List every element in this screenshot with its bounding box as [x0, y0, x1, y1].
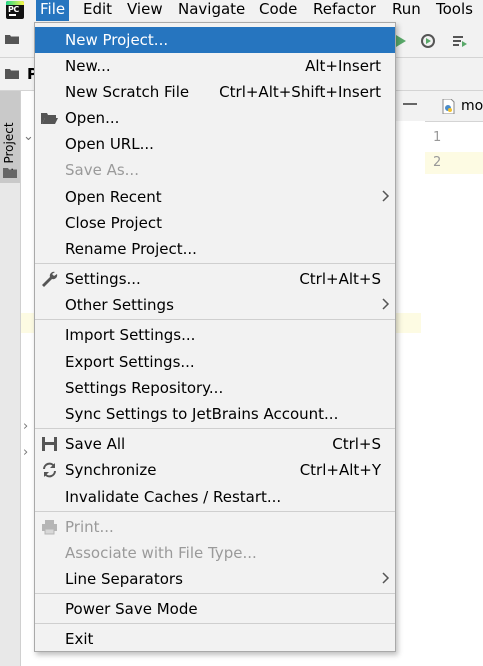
menu-item-associate-file-type: Associate with File Type... [65, 544, 257, 562]
chevron-right-icon [382, 572, 390, 584]
menu-item-open[interactable]: Open... [35, 105, 395, 131]
folder-open-icon [41, 113, 58, 124]
menu-separator [35, 428, 395, 429]
printer-icon [42, 520, 57, 535]
logo-text: PC [8, 5, 19, 14]
menu-navigate[interactable]: Navigate [174, 0, 249, 21]
menu-separator [35, 593, 395, 594]
python-file-icon [442, 99, 455, 114]
profile-icon[interactable] [451, 33, 469, 49]
sync-icon [43, 462, 56, 478]
menu-item-save-as: Save As... [65, 161, 139, 179]
chevron-right-icon [382, 190, 390, 202]
file-menu-dropdown: New Project... New... Alt+Insert New Scr… [34, 22, 396, 652]
panel-header [395, 91, 425, 121]
menu-item-sync-settings[interactable]: Sync Settings to JetBrains Account... [35, 401, 395, 427]
menu-item-close-project[interactable]: Close Project [35, 210, 395, 236]
shortcut-label: Ctrl+Alt+Shift+Insert [219, 83, 381, 101]
editor-gutter: 1 2 [425, 122, 483, 666]
chevron-right-icon[interactable]: › [23, 445, 28, 460]
menu-item-new-project[interactable]: New Project... [35, 27, 395, 53]
menu-edit[interactable]: Edit [79, 0, 116, 21]
menu-item-settings[interactable]: Settings... Ctrl+Alt+S [35, 266, 395, 292]
menu-item-open-url[interactable]: Open URL... [35, 131, 395, 157]
chevron-right-icon [382, 298, 390, 310]
menu-view[interactable]: View [123, 0, 167, 21]
line-number: 1 [433, 130, 442, 145]
menu-item-line-separators[interactable]: Line Separators [35, 566, 395, 592]
chevron-down-icon[interactable]: ⌄ [23, 129, 34, 144]
shortcut-label: Alt+Insert [305, 57, 381, 75]
menu-item-rename-project[interactable]: Rename Project... [35, 236, 395, 262]
menu-item-new-scratch-file[interactable]: New Scratch File Ctrl+Alt+Shift+Insert [35, 79, 395, 105]
menu-item-new[interactable]: New... Alt+Insert [35, 53, 395, 79]
folder-icon[interactable] [5, 34, 19, 44]
menu-run[interactable]: Run [388, 0, 425, 21]
chevron-right-icon[interactable]: › [23, 419, 28, 434]
menu-file[interactable]: File [36, 0, 70, 21]
menu-item-invalidate-caches[interactable]: Invalidate Caches / Restart... [35, 484, 395, 510]
pycharm-logo-icon[interactable]: PC [6, 1, 24, 19]
editor-tab-label: mo [461, 98, 483, 114]
menu-item-synchronize[interactable]: Synchronize Ctrl+Alt+Y [35, 457, 395, 483]
menu-separator [35, 263, 395, 264]
menu-item-save-all[interactable]: Save All Ctrl+S [35, 431, 395, 457]
tool-window-stripe: 1: Project [0, 91, 21, 666]
menu-separator [35, 319, 395, 320]
menu-code[interactable]: Code [255, 0, 301, 21]
minimize-icon[interactable] [403, 103, 417, 105]
folder-icon [5, 69, 19, 79]
shortcut-label: Ctrl+Alt+Y [299, 461, 381, 479]
menu-item-print: Print... [35, 514, 395, 540]
save-icon [42, 437, 57, 451]
folder-icon [3, 168, 17, 178]
line-number: 2 [433, 155, 442, 170]
coverage-icon[interactable] [419, 33, 437, 49]
menu-separator [35, 623, 395, 624]
menubar: PC File Edit View Navigate Code Refactor… [0, 0, 483, 21]
menu-refactor[interactable]: Refactor [309, 0, 380, 21]
shortcut-label: Ctrl+S [332, 435, 381, 453]
menu-item-other-settings[interactable]: Other Settings [35, 292, 395, 318]
menu-tools[interactable]: Tools [432, 0, 477, 21]
menu-item-power-save-mode[interactable]: Power Save Mode [35, 596, 395, 622]
wrench-icon [42, 271, 58, 287]
menu-item-exit[interactable]: Exit [35, 626, 395, 652]
menu-item-export-settings[interactable]: Export Settings... [35, 349, 395, 375]
menu-item-open-recent[interactable]: Open Recent [35, 184, 395, 210]
editor-tab-bar: mo [425, 91, 483, 122]
shortcut-label: Ctrl+Alt+S [299, 270, 381, 288]
menu-item-settings-repository[interactable]: Settings Repository... [35, 375, 395, 401]
menu-separator [35, 511, 395, 512]
menu-item-import-settings[interactable]: Import Settings... [35, 322, 395, 348]
